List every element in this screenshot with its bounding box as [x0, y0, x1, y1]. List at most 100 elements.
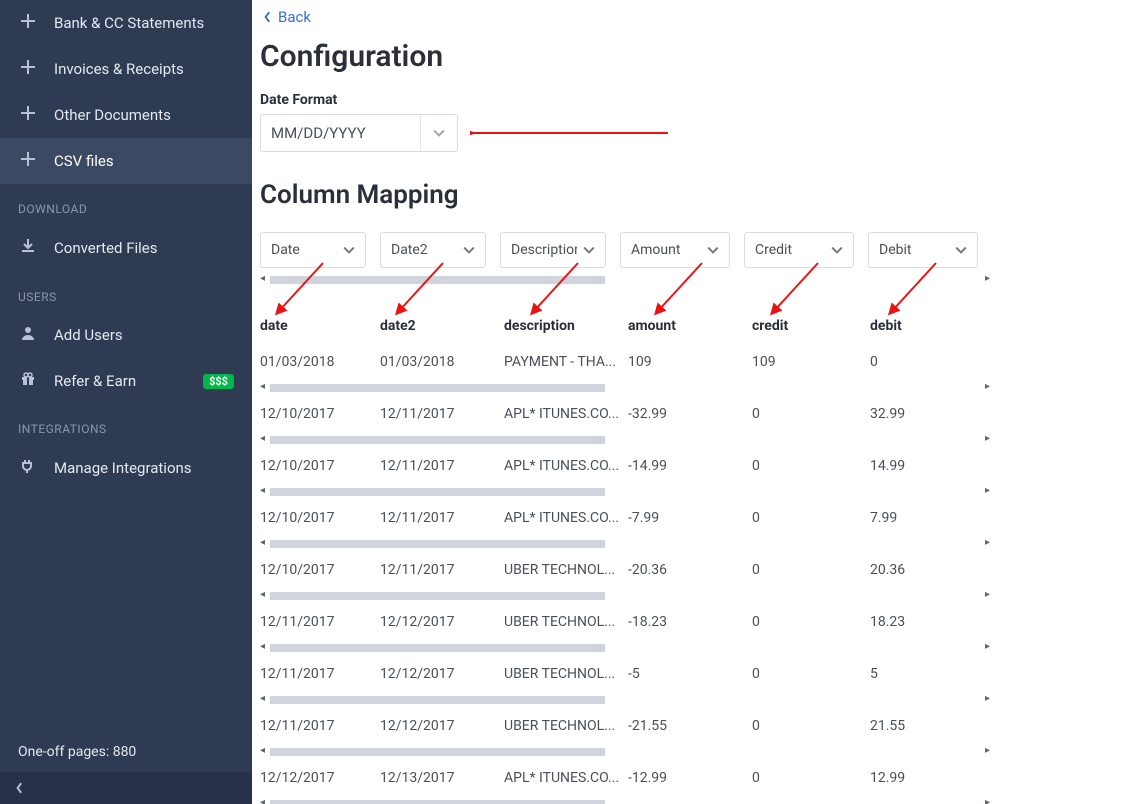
- cell-credit: 0: [752, 500, 870, 536]
- cell-amount: 109: [628, 344, 752, 380]
- map-select-date2[interactable]: Date2: [380, 232, 486, 268]
- col-header-date2: date2: [380, 312, 504, 344]
- sidebar-item-bank-cc-statements[interactable]: Bank & CC Statements: [0, 0, 252, 46]
- date-format-label: Date Format: [260, 92, 1138, 108]
- cell-date: 12/12/2017: [260, 760, 380, 796]
- cell-amount: -21.55: [628, 708, 752, 744]
- scroll-left-icon[interactable]: ◂: [260, 641, 265, 652]
- scroll-right-icon[interactable]: ▸: [985, 485, 990, 496]
- row-scrollbar[interactable]: ◂▸: [260, 694, 990, 706]
- cell-date: 12/10/2017: [260, 500, 380, 536]
- column-mapping-heading: Column Mapping: [260, 180, 1138, 210]
- scroll-right-icon[interactable]: ▸: [985, 641, 990, 652]
- mapping-scrollbar[interactable]: ◂ ▸: [260, 274, 990, 286]
- cell-debit: 21.55: [870, 708, 970, 744]
- main-content: Back Configuration Date Format MM/DD/YYY…: [252, 0, 1138, 804]
- row-scrollbar[interactable]: ◂▸: [260, 590, 990, 602]
- sidebar-item-refer-earn[interactable]: Refer & Earn$$$: [0, 358, 252, 404]
- cell-amount: -32.99: [628, 396, 752, 432]
- cell-date2: 01/03/2018: [380, 344, 504, 380]
- row-scrollbar[interactable]: ◂▸: [260, 382, 990, 394]
- scroll-left-icon[interactable]: ◂: [260, 433, 265, 444]
- map-select-label: Debit: [879, 242, 911, 258]
- cell-date2: 12/13/2017: [380, 760, 504, 796]
- table-row: 12/10/201712/11/2017UBER TECHNOL...-20.3…: [260, 552, 990, 588]
- cell-date2: 12/11/2017: [380, 500, 504, 536]
- cell-date: 12/10/2017: [260, 448, 380, 484]
- cell-debit: 20.36: [870, 552, 970, 588]
- scroll-right-icon[interactable]: ▸: [985, 433, 990, 444]
- cell-debit: 12.99: [870, 760, 970, 796]
- scroll-right-icon[interactable]: ▸: [985, 693, 990, 704]
- cell-date: 01/03/2018: [260, 344, 380, 380]
- table-row: 12/11/201712/12/2017UBER TECHNOL...-505: [260, 656, 990, 692]
- row-scrollbar[interactable]: ◂▸: [260, 746, 990, 758]
- plus-icon: [18, 152, 38, 170]
- map-select-description[interactable]: Description: [500, 232, 606, 268]
- cell-amount: -7.99: [628, 500, 752, 536]
- cell-amount: -12.99: [628, 760, 752, 796]
- sidebar-item-other-documents[interactable]: Other Documents: [0, 92, 252, 138]
- scroll-left-icon[interactable]: ◂: [260, 745, 265, 756]
- row-scrollbar[interactable]: ◂▸: [260, 798, 990, 804]
- sidebar-section-users: USERS: [0, 272, 252, 312]
- map-select-date[interactable]: Date: [260, 232, 366, 268]
- col-header-amount: amount: [628, 312, 752, 344]
- scroll-right-icon[interactable]: ▸: [985, 537, 990, 548]
- row-scrollbar[interactable]: ◂▸: [260, 434, 990, 446]
- row-scrollbar[interactable]: ◂▸: [260, 486, 990, 498]
- cell-credit: 0: [752, 708, 870, 744]
- sidebar-item-csv-files[interactable]: CSV files: [0, 138, 252, 184]
- table-row: 12/10/201712/11/2017APL* ITUNES.CO...-32…: [260, 396, 990, 432]
- cell-amount: -18.23: [628, 604, 752, 640]
- cell-date2: 12/11/2017: [380, 552, 504, 588]
- scroll-right-icon[interactable]: ▸: [985, 797, 990, 804]
- cell-date2: 12/12/2017: [380, 708, 504, 744]
- scroll-left-icon[interactable]: ◂: [260, 537, 265, 548]
- map-select-label: Date2: [391, 242, 428, 258]
- map-select-credit[interactable]: Credit: [744, 232, 854, 268]
- scroll-right-icon[interactable]: ▸: [985, 745, 990, 756]
- cell-debit: 7.99: [870, 500, 970, 536]
- cell-date2: 12/11/2017: [380, 448, 504, 484]
- cell-description: UBER TECHNOL...: [504, 708, 628, 744]
- scroll-left-icon[interactable]: ◂: [260, 273, 265, 284]
- scroll-right-icon[interactable]: ▸: [985, 273, 990, 284]
- scroll-left-icon[interactable]: ◂: [260, 693, 265, 704]
- chevron-down-icon: [463, 244, 475, 256]
- sidebar-collapse-toggle[interactable]: [0, 772, 252, 804]
- back-link[interactable]: Back: [262, 8, 311, 26]
- map-select-label: Amount: [631, 242, 680, 258]
- cell-date: 12/10/2017: [260, 552, 380, 588]
- sidebar-item-add-users[interactable]: Add Users: [0, 312, 252, 358]
- scroll-left-icon[interactable]: ◂: [260, 381, 265, 392]
- table-row: 12/11/201712/12/2017UBER TECHNOL...-21.5…: [260, 708, 990, 744]
- map-select-amount[interactable]: Amount: [620, 232, 730, 268]
- scroll-right-icon[interactable]: ▸: [985, 589, 990, 600]
- map-select-debit[interactable]: Debit: [868, 232, 978, 268]
- cell-date: 12/11/2017: [260, 708, 380, 744]
- scroll-left-icon[interactable]: ◂: [260, 589, 265, 600]
- row-scrollbar[interactable]: ◂▸: [260, 538, 990, 550]
- sidebar-item-manage-integrations[interactable]: Manage Integrations: [0, 444, 252, 492]
- scroll-left-icon[interactable]: ◂: [260, 485, 265, 496]
- sidebar-item-converted-files[interactable]: Converted Files: [0, 224, 252, 272]
- cell-date: 12/11/2017: [260, 604, 380, 640]
- date-format-select[interactable]: MM/DD/YYYY: [260, 114, 458, 152]
- table-row: 12/10/201712/11/2017APL* ITUNES.CO...-14…: [260, 448, 990, 484]
- cell-description: APL* ITUNES.CO...: [504, 396, 628, 432]
- scroll-left-icon[interactable]: ◂: [260, 797, 265, 804]
- sidebar-item-invoices-receipts[interactable]: Invoices & Receipts: [0, 46, 252, 92]
- cell-credit: 0: [752, 604, 870, 640]
- cell-description: APL* ITUNES.CO...: [504, 500, 628, 536]
- table-row: 12/10/201712/11/2017APL* ITUNES.CO...-7.…: [260, 500, 990, 536]
- table-header: date date2 description amount credit deb…: [260, 312, 990, 344]
- row-scrollbar[interactable]: ◂▸: [260, 642, 990, 654]
- back-label: Back: [278, 8, 311, 26]
- cell-debit: 5: [870, 656, 970, 692]
- map-select-label: Credit: [755, 242, 792, 258]
- sidebar-item-label: Converted Files: [54, 239, 158, 257]
- col-header-debit: debit: [870, 312, 970, 344]
- table-row: 12/11/201712/12/2017UBER TECHNOL...-18.2…: [260, 604, 990, 640]
- scroll-right-icon[interactable]: ▸: [985, 381, 990, 392]
